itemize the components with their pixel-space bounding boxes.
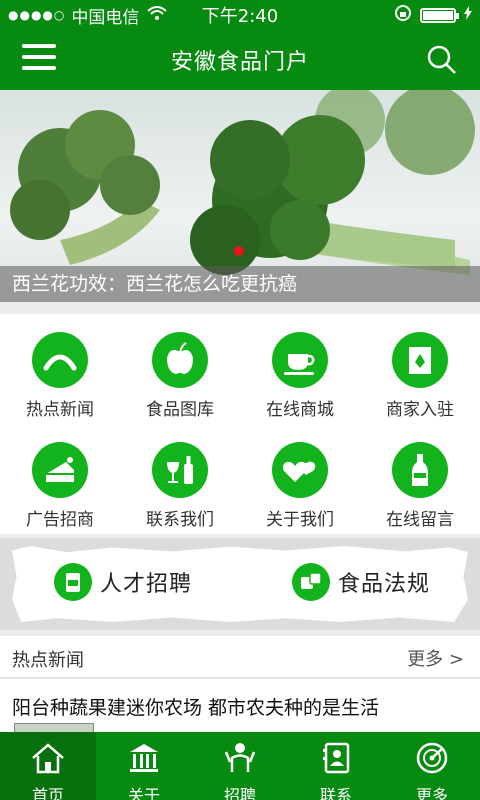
battery-icon <box>420 7 459 23</box>
apple-icon <box>152 332 208 388</box>
carousel-indicator[interactable] <box>234 246 244 256</box>
news-item-title: 阳台种蔬果建迷你农场 都市农夫种的是生活 <box>12 697 380 719</box>
tab-label: 联系 <box>319 786 352 800</box>
grid-item-online-mall[interactable]: 在线商城 <box>240 314 360 424</box>
cup-icon <box>272 332 328 388</box>
tab-jobs[interactable]: 招聘 <box>192 732 288 800</box>
regulations-label: 食品法规 <box>338 572 431 597</box>
grid-item-label: 热点新闻 <box>26 400 94 420</box>
grid-item-food-gallery[interactable]: 食品图库 <box>120 314 240 424</box>
leaf-bag-icon <box>392 332 448 388</box>
smile-arc-icon <box>32 332 88 388</box>
news-section-header: 热点新闻 更多 > <box>0 636 480 678</box>
banner-caption: 西兰花功效：西兰花怎么吃更抗癌 <box>0 266 480 302</box>
feature-grid: 热点新闻 食品图库 在线商城 商家入驻 广告招商 联系我们 关于我们 在线留言 <box>0 314 480 534</box>
grid-item-label: 在线商城 <box>266 400 334 420</box>
tab-label: 更多 <box>415 786 448 800</box>
grid-item-hot-news[interactable]: 热点新闻 <box>0 314 120 424</box>
dice-icon <box>292 563 330 601</box>
grid-item-label: 联系我们 <box>146 510 214 530</box>
cake-icon <box>32 442 88 498</box>
contacts-icon <box>323 742 350 774</box>
jobs-button[interactable]: 人才招聘 <box>54 562 192 602</box>
grid-item-label: 广告招商 <box>26 510 94 530</box>
status-time: 下午2:40 <box>201 6 279 27</box>
list-item[interactable]: 阳台种蔬果建迷你农场 都市农夫种的是生活 <box>0 679 480 735</box>
search-button[interactable] <box>426 44 458 76</box>
grid-item-ad-recruit[interactable]: 广告招商 <box>0 424 120 534</box>
news-more-link[interactable]: 更多 > <box>407 645 464 671</box>
grid-item-label: 在线留言 <box>386 510 454 530</box>
hearts-icon <box>272 442 328 498</box>
tab-label: 招聘 <box>223 786 256 800</box>
jobs-label: 人才招聘 <box>100 572 193 597</box>
wine-icon <box>152 442 208 498</box>
tab-label: 关于 <box>127 786 160 800</box>
bottom-tab-bar: 首页 关于 招聘 联系 更多 <box>0 732 480 800</box>
radar-icon <box>416 742 448 774</box>
tab-about[interactable]: 关于 <box>96 732 192 800</box>
menu-icon <box>22 44 56 48</box>
tab-more[interactable]: 更多 <box>384 732 480 800</box>
shortcut-strip: 人才招聘 食品法规 <box>0 538 480 630</box>
status-bar: ●●●●○ 中国电信 下午2:40 <box>0 0 480 30</box>
grid-item-label: 食品图库 <box>146 400 214 420</box>
jar-icon <box>54 563 92 601</box>
news-heading: 热点新闻 <box>12 650 84 671</box>
menu-button[interactable] <box>22 44 56 76</box>
search-icon <box>427 45 456 74</box>
grid-item-merchant-join[interactable]: 商家入驻 <box>360 314 480 424</box>
banner-carousel[interactable]: 西兰花功效：西兰花怎么吃更抗癌 <box>0 90 480 302</box>
tab-label: 首页 <box>31 786 64 800</box>
people-icon <box>224 743 256 772</box>
grid-item-label: 关于我们 <box>266 510 334 530</box>
grid-item-about-us[interactable]: 关于我们 <box>240 424 360 534</box>
home-icon <box>32 743 64 774</box>
grid-item-message[interactable]: 在线留言 <box>360 424 480 534</box>
building-icon <box>130 744 158 772</box>
tab-home[interactable]: 首页 <box>0 732 96 800</box>
page-title: 安徽食品门户 <box>170 50 309 75</box>
tab-contact[interactable]: 联系 <box>288 732 384 800</box>
grid-item-contact-us[interactable]: 联系我们 <box>120 424 240 534</box>
regulations-button[interactable]: 食品法规 <box>292 562 430 602</box>
grid-item-label: 商家入驻 <box>386 400 454 420</box>
app-header: 安徽食品门户 <box>0 30 480 90</box>
bottle-icon <box>392 442 448 498</box>
